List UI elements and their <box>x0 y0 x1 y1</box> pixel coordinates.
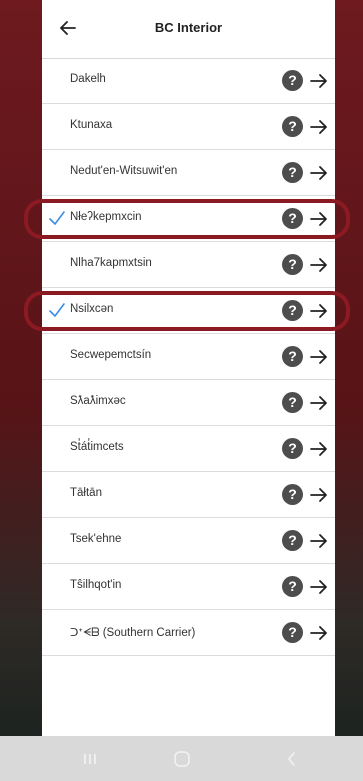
language-label: ᑐᐩᗕᗷ (Southern Carrier) <box>70 627 196 639</box>
language-label: Dakelh <box>70 73 106 85</box>
language-row[interactable]: St̓át̓imcets? <box>42 426 335 472</box>
home-icon[interactable] <box>170 747 194 771</box>
arrow-right-icon[interactable] <box>309 163 329 183</box>
language-row[interactable]: Tsek'ehne? <box>42 518 335 564</box>
language-label: Ktunaxa <box>70 119 113 131</box>
app-screen: BC Interior Dakelh? Ktunaxa? Nedut'en-Wits… <box>42 0 335 736</box>
help-circle-icon[interactable]: ? <box>282 254 303 275</box>
language-label: Tāłtān <box>70 487 102 499</box>
back-icon[interactable] <box>280 747 304 771</box>
help-circle-icon[interactable]: ? <box>282 484 303 505</box>
language-label: Tŝilhqot'in <box>70 579 122 591</box>
system-nav-bar <box>0 736 363 781</box>
language-label: St̓át̓imcets <box>70 441 124 453</box>
arrow-right-icon[interactable] <box>309 71 329 91</box>
help-circle-icon[interactable]: ? <box>282 208 303 229</box>
arrow-right-icon[interactable] <box>309 347 329 367</box>
language-row[interactable]: Dakelh? <box>42 58 335 104</box>
language-label: Tsek'ehne <box>70 533 122 545</box>
help-circle-icon[interactable]: ? <box>282 530 303 551</box>
language-list: Dakelh? Ktunaxa? Nedut'en-Witsuwit'en? Nłeʔ… <box>42 58 335 656</box>
help-circle-icon[interactable]: ? <box>282 300 303 321</box>
checkmark-icon <box>48 302 66 318</box>
language-row[interactable]: Nłeʔkepmxcin? <box>42 196 335 242</box>
help-circle-icon[interactable]: ? <box>282 70 303 91</box>
arrow-right-icon[interactable] <box>309 117 329 137</box>
arrow-right-icon[interactable] <box>309 209 329 229</box>
help-circle-icon[interactable]: ? <box>282 392 303 413</box>
language-label: Sƛaƛimxəc <box>70 395 126 407</box>
language-row[interactable]: Nsilxcən? <box>42 288 335 334</box>
arrow-right-icon[interactable] <box>309 485 329 505</box>
language-row[interactable]: Nlha7kapmxtsin? <box>42 242 335 288</box>
language-label: Nedut'en-Witsuwit'en <box>70 165 178 177</box>
help-circle-icon[interactable]: ? <box>282 116 303 137</box>
recent-apps-icon[interactable] <box>78 747 102 771</box>
checkmark-icon <box>48 210 66 226</box>
help-circle-icon[interactable]: ? <box>282 576 303 597</box>
help-circle-icon[interactable]: ? <box>282 346 303 367</box>
language-label: Nsilxcən <box>70 303 114 315</box>
page-title: BC Interior <box>154 20 223 35</box>
arrow-right-icon[interactable] <box>309 301 329 321</box>
language-row[interactable]: Ktunaxa? <box>42 104 335 150</box>
language-row[interactable]: ᑐᐩᗕᗷ (Southern Carrier)? <box>42 610 335 656</box>
language-row[interactable]: Tāłtān? <box>42 472 335 518</box>
help-circle-icon[interactable]: ? <box>282 162 303 183</box>
language-label: Secwepemctsín <box>70 349 152 361</box>
arrow-right-icon[interactable] <box>309 439 329 459</box>
language-row[interactable]: Sƛaƛimxəc? <box>42 380 335 426</box>
help-circle-icon[interactable]: ? <box>282 438 303 459</box>
help-circle-icon[interactable]: ? <box>282 622 303 643</box>
language-label: Nlha7kapmxtsin <box>70 257 152 269</box>
language-row[interactable]: Nedut'en-Witsuwit'en? <box>42 150 335 196</box>
arrow-right-icon[interactable] <box>309 623 329 643</box>
arrow-right-icon[interactable] <box>309 393 329 413</box>
arrow-right-icon[interactable] <box>309 531 329 551</box>
language-row[interactable]: Secwepemctsín? <box>42 334 335 380</box>
arrow-right-icon[interactable] <box>309 255 329 275</box>
language-label: Nłeʔkepmxcin <box>70 211 142 223</box>
language-row[interactable]: Tŝilhqot'in? <box>42 564 335 610</box>
arrow-right-icon[interactable] <box>309 577 329 597</box>
background-left <box>0 0 42 736</box>
app-header: BC Interior <box>42 0 335 59</box>
